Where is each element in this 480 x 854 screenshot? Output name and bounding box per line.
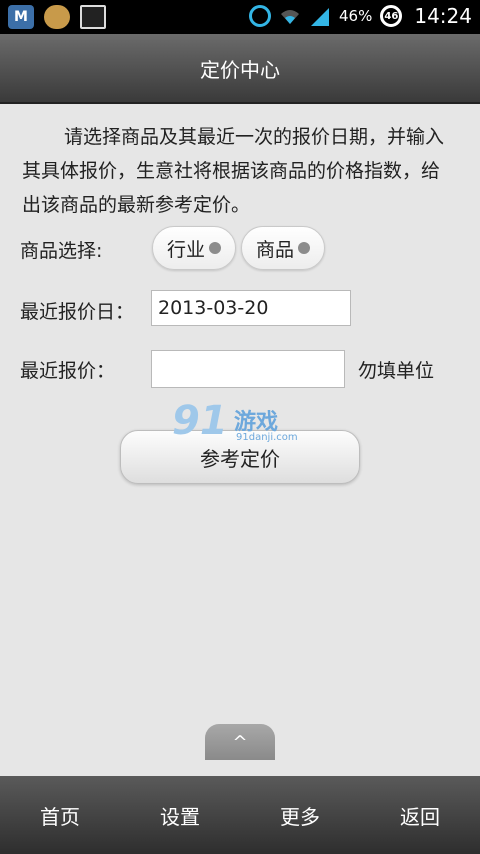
nav-settings[interactable]: 设置 bbox=[120, 776, 240, 854]
nav-home[interactable]: 首页 bbox=[0, 776, 120, 854]
price-input[interactable] bbox=[151, 350, 345, 388]
industry-select[interactable]: 行业 bbox=[152, 226, 236, 270]
battery-icon: 46 bbox=[380, 5, 403, 27]
wifi-icon bbox=[281, 10, 300, 24]
m-app-icon: M bbox=[8, 5, 34, 29]
product-select[interactable]: 商品 bbox=[241, 226, 325, 270]
burger-icon bbox=[44, 5, 70, 29]
nav-more[interactable]: 更多 bbox=[240, 776, 360, 854]
nav-back[interactable]: 返回 bbox=[360, 776, 480, 854]
signal-icon bbox=[311, 8, 330, 26]
battery-percent: 46% bbox=[339, 7, 373, 25]
unit-hint: 勿填单位 bbox=[358, 360, 435, 382]
page-title: 定价中心 bbox=[200, 57, 280, 82]
bottom-nav: 首页 设置 更多 返回 bbox=[0, 776, 480, 854]
price-label: 最近报价： bbox=[20, 360, 116, 382]
status-bar: M 46% 46 14:24 bbox=[0, 0, 480, 34]
date-input[interactable] bbox=[151, 290, 351, 326]
reference-price-button[interactable]: 参考定价 bbox=[120, 430, 360, 484]
industry-select-value: 行业 bbox=[167, 238, 206, 261]
dropdown-dot-icon bbox=[298, 242, 310, 254]
product-select-value: 商品 bbox=[256, 238, 295, 261]
title-bar: 定价中心 bbox=[0, 34, 480, 104]
intro-text: 请选择商品及其最近一次的报价日期，并输入其具体报价，生意社将根据该商品的价格指数… bbox=[22, 126, 445, 216]
notification-icons: M bbox=[8, 5, 106, 29]
clock: 14:24 bbox=[414, 4, 472, 28]
date-label: 最近报价日： bbox=[20, 301, 135, 323]
alarm-icon bbox=[249, 5, 272, 27]
status-icons: 46% 46 14:24 bbox=[249, 4, 472, 28]
scroll-top-button[interactable]: ^ bbox=[205, 724, 275, 760]
product-select-label: 商品选择: bbox=[20, 240, 103, 262]
image-icon bbox=[80, 5, 106, 29]
dropdown-dot-icon bbox=[209, 242, 221, 254]
